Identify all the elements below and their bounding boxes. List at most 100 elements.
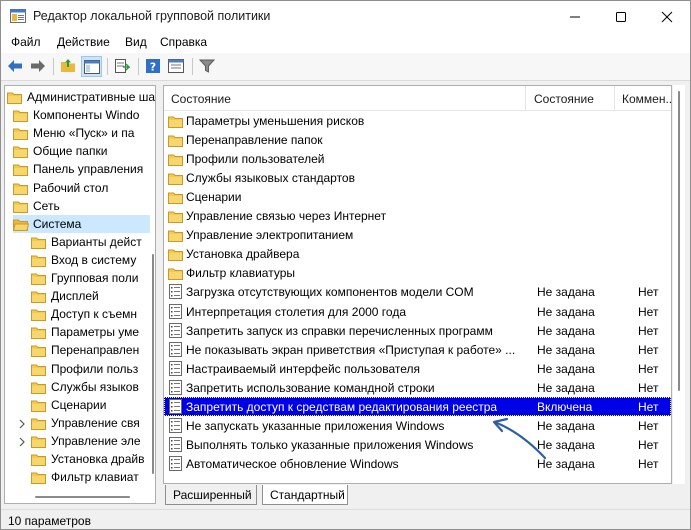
- gpedit-app-icon: [10, 9, 26, 23]
- policy-row[interactable]: Запретить запуск из справки перечисленны…: [164, 321, 671, 340]
- tree-item[interactable]: Варианты дейст: [31, 233, 150, 251]
- folder-icon: [31, 327, 46, 340]
- back-arrow-icon: [8, 60, 22, 72]
- tree-item-label: Система: [33, 216, 82, 231]
- tree-item[interactable]: Административные ша: [7, 88, 155, 106]
- folder-icon: [31, 255, 46, 267]
- tree-item[interactable]: Службы языков: [31, 378, 150, 396]
- status-text: 10 параметров: [8, 514, 91, 528]
- tree-item[interactable]: Управление свя: [31, 414, 150, 432]
- policy-row[interactable]: Не показывать экран приветствия «Приступ…: [164, 340, 671, 359]
- tree-item[interactable]: Фильтр клавиат: [31, 468, 150, 486]
- folder-icon: [31, 309, 46, 322]
- help-button[interactable]: ?: [143, 56, 164, 77]
- policy-row[interactable]: Запретить использование командной строки…: [164, 378, 671, 397]
- tree-expander[interactable]: [18, 436, 26, 450]
- tree-item[interactable]: Перенаправлен: [31, 341, 150, 359]
- policy-row[interactable]: Загрузка отсутствующих компонентов модел…: [164, 282, 671, 301]
- folder-row[interactable]: Перенаправление папок: [164, 130, 671, 149]
- policy-setting-icon: [169, 436, 182, 452]
- help-icon: ?: [146, 59, 160, 74]
- tree-hscroll-thumb[interactable]: [35, 496, 130, 498]
- row-state: Не задана: [537, 304, 595, 319]
- row-name: Интерпретация столетия для 2000 года: [186, 304, 406, 319]
- details-list: Состояние Состояние Коммен... Параметры …: [163, 85, 672, 484]
- minimize-button[interactable]: [552, 1, 598, 32]
- tree-item[interactable]: Вход в систему: [31, 251, 150, 269]
- tree-vertical-scrollbar[interactable]: [150, 86, 155, 486]
- list-vertical-scrollbar[interactable]: [673, 85, 685, 484]
- tree-item[interactable]: Профили польз: [31, 360, 150, 378]
- menu-view[interactable]: Вид: [125, 35, 147, 49]
- folder-row[interactable]: Сценарии: [164, 187, 671, 206]
- tree-item-label: Доступ к съемн: [51, 307, 138, 322]
- properties-button[interactable]: [166, 56, 187, 77]
- column-header-state[interactable]: Состояние: [534, 92, 594, 106]
- policy-row[interactable]: Запретить доступ к средствам редактирова…: [164, 396, 671, 416]
- tree-item[interactable]: Меню «Пуск» и па: [13, 124, 150, 142]
- forward-button[interactable]: [28, 56, 49, 77]
- policy-row[interactable]: Автоматическое обновление Windows Не зада…: [164, 454, 671, 473]
- tree-item-label: Вход в систему: [51, 252, 137, 267]
- tree-item-label: Сценарии: [51, 397, 107, 412]
- folder-icon: [168, 230, 183, 243]
- row-name: Параметры уменьшения рисков: [186, 114, 365, 128]
- folder-row[interactable]: Параметры уменьшения рисков: [164, 111, 671, 130]
- tree-item[interactable]: Дисплей: [31, 287, 150, 305]
- folder-row[interactable]: Управление электропитанием: [164, 225, 671, 244]
- tree-item[interactable]: Система: [13, 214, 150, 233]
- folder-row[interactable]: Фильтр клавиатуры: [164, 263, 671, 282]
- tree-scroll-thumb[interactable]: [152, 254, 154, 474]
- show-tree-button[interactable]: [81, 56, 102, 77]
- tree-item[interactable]: Доступ к съемн: [31, 305, 150, 323]
- menu-file[interactable]: Файл: [11, 35, 41, 49]
- tree-item[interactable]: Компоненты Windo: [13, 106, 150, 124]
- folder-row[interactable]: Службы языковых стандартов: [164, 168, 671, 187]
- folder-row[interactable]: Управление связью через Интернет: [164, 206, 671, 225]
- folder-icon: [13, 110, 28, 123]
- column-header-comment[interactable]: Коммен...: [622, 92, 671, 106]
- tree-item[interactable]: Групповая поли: [31, 269, 150, 287]
- folder-icon: [31, 418, 46, 430]
- chevron-right-icon: [19, 419, 25, 429]
- policy-row[interactable]: Интерпретация столетия для 2000 года Не з…: [164, 302, 671, 321]
- folder-icon: [31, 273, 46, 285]
- tree-item-label: Административные ша: [27, 90, 156, 104]
- back-button[interactable]: [5, 56, 26, 77]
- tree-item[interactable]: Сценарии: [31, 396, 150, 414]
- folder-icon: [168, 211, 183, 224]
- tree-item[interactable]: Сеть: [13, 197, 150, 215]
- policy-setting-icon: [169, 322, 182, 338]
- folder-row[interactable]: Профили пользователей: [164, 149, 671, 168]
- toolbar-separator: [138, 58, 139, 75]
- row-name: Запретить использование командной строки: [186, 380, 435, 395]
- tree-horizontal-scrollbar[interactable]: [5, 489, 155, 503]
- menu-action[interactable]: Действие: [57, 35, 110, 49]
- folder-row[interactable]: Установка драйвера: [164, 244, 671, 263]
- tree-item[interactable]: Параметры уме: [31, 323, 150, 341]
- tree-expander[interactable]: [18, 418, 26, 432]
- tree-item[interactable]: Общие папки: [13, 142, 150, 160]
- column-header-name[interactable]: Состояние: [171, 92, 231, 106]
- menu-help[interactable]: Справка: [160, 35, 207, 49]
- tree-item[interactable]: Управление эле: [31, 432, 150, 450]
- tab-standard[interactable]: Стандартный: [262, 485, 348, 505]
- policy-row[interactable]: Настраиваемый интерфейс пользователя Не з…: [164, 359, 671, 378]
- tree-item[interactable]: Панель управления: [13, 160, 150, 178]
- up-level-button[interactable]: [58, 56, 79, 77]
- close-button[interactable]: [644, 1, 690, 32]
- filter-button[interactable]: [197, 56, 218, 77]
- maximize-button[interactable]: [598, 1, 644, 32]
- column-separator[interactable]: [525, 86, 526, 111]
- tab-extended[interactable]: Расширенный: [165, 485, 257, 505]
- tree-item-label: Управление эле: [51, 433, 141, 448]
- tree-item[interactable]: Рабочий стол: [13, 179, 150, 197]
- row-comment: Нет: [638, 342, 659, 357]
- row-name: Запретить запуск из справки перечисленны…: [186, 323, 493, 338]
- policy-row[interactable]: Выполнять только указанные приложения Wi…: [164, 435, 671, 454]
- export-list-button[interactable]: [112, 56, 133, 77]
- policy-row[interactable]: Не запускать указанные приложения Window…: [164, 416, 671, 435]
- column-separator[interactable]: [614, 86, 615, 111]
- tree-item[interactable]: Установка драйв: [31, 450, 150, 468]
- list-scroll-thumb[interactable]: [678, 91, 680, 391]
